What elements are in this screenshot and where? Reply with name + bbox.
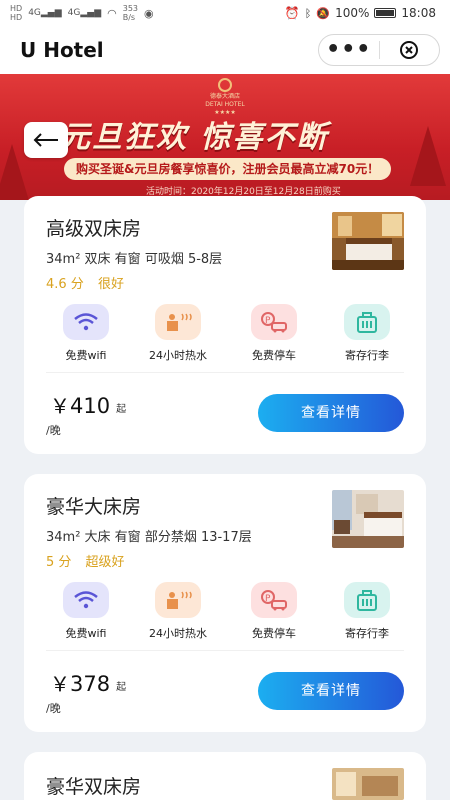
- room-thumbnail[interactable]: [332, 490, 404, 548]
- title-bar: U Hotel •••: [0, 26, 450, 74]
- logo-icon: [218, 78, 232, 92]
- amenity-luggage: 寄存行李: [327, 582, 407, 641]
- price-unit: /晚: [46, 424, 61, 437]
- wifi-signal-icon: ◠: [107, 6, 117, 20]
- amenity-label: 免费wifi: [65, 349, 107, 362]
- luggage-icon: [344, 304, 390, 340]
- amenity-label: 免费停车: [252, 349, 296, 362]
- parking-icon: P: [251, 304, 297, 340]
- room-price: ￥410 起: [50, 390, 126, 419]
- price-suffix: 起: [116, 681, 127, 693]
- status-right: ⏰ ᛒ 🔕 100% 18:08: [285, 6, 436, 20]
- status-bar: HD HD 4G▂▄▆ 4G▂▄▆ ◠ 353 B/s ◉ ⏰ ᛒ 🔕 100%…: [0, 0, 450, 26]
- room-rating: 5 分 超级好: [46, 551, 135, 570]
- card-divider: [46, 372, 404, 373]
- hot-water-icon: [155, 304, 201, 340]
- clock: 18:08: [401, 6, 436, 20]
- rating-score: 4.6 分: [46, 277, 84, 292]
- rating-grade: 很好: [97, 277, 124, 292]
- room-rating: 4.6 分 很好: [46, 273, 134, 292]
- hotel-name-cn: 德泰大酒店: [209, 93, 240, 100]
- hot-water-icon: [155, 582, 201, 618]
- room-photo: [332, 490, 404, 548]
- room-thumbnail[interactable]: [332, 212, 404, 270]
- wifi-icon: [63, 582, 109, 618]
- amenity-parking: P 免费停车: [234, 304, 314, 363]
- price-currency: ￥: [50, 672, 70, 696]
- room-photo: [332, 212, 404, 270]
- rating-grade: 超级好: [85, 555, 125, 570]
- room-price: ￥378 起: [50, 668, 126, 697]
- amenity-label: 24小时热水: [149, 349, 207, 362]
- amenity-hot-water: 24小时热水: [138, 582, 218, 641]
- view-details-button[interactable]: 查看详情: [258, 394, 404, 432]
- close-icon: [400, 41, 419, 59]
- banner-slogan: 元旦狂欢 惊喜不断: [60, 120, 329, 155]
- signal-1-icon: 4G▂▄▆: [28, 8, 62, 18]
- tree-decoration-right: [410, 126, 446, 186]
- status-left: HD HD 4G▂▄▆ 4G▂▄▆ ◠ 353 B/s ◉: [10, 4, 154, 22]
- wifi-icon: [63, 304, 109, 340]
- view-details-button[interactable]: 查看详情: [258, 672, 404, 710]
- card-divider: [46, 650, 404, 651]
- price-unit: /晚: [46, 702, 61, 715]
- price-value: 378: [70, 672, 111, 696]
- amenity-wifi: 免费wifi: [46, 582, 126, 641]
- amenity-label: 免费wifi: [65, 627, 107, 640]
- mute-icon: 🔕: [316, 6, 331, 20]
- network-speed: 353 B/s: [122, 4, 139, 22]
- rating-score: 5 分: [46, 555, 72, 570]
- notification-icon: ◉: [144, 6, 154, 20]
- mini-program-capsule: •••: [318, 34, 440, 66]
- svg-text:P: P: [265, 594, 271, 604]
- price-suffix: 起: [116, 403, 127, 415]
- room-photo: [332, 768, 404, 800]
- price-currency: ￥: [50, 394, 70, 418]
- svg-text:P: P: [265, 316, 271, 326]
- back-button[interactable]: [24, 122, 68, 158]
- bluetooth-icon: ᛒ: [304, 6, 312, 20]
- amenity-luggage: 寄存行李: [327, 304, 407, 363]
- sim-1-label: HD: [10, 4, 23, 13]
- amenity-label: 免费停车: [252, 627, 296, 640]
- room-thumbnail[interactable]: [332, 768, 404, 800]
- sim-2-label: HD: [10, 13, 23, 22]
- room-description: 34m² 双床 有窗 可吸烟 5-8层: [46, 252, 223, 267]
- room-name: 高级双床房: [46, 218, 142, 240]
- amenity-wifi: 免费wifi: [46, 304, 126, 363]
- more-button[interactable]: •••: [319, 36, 379, 64]
- amenity-label: 寄存行李: [345, 627, 389, 640]
- banner-promo: 购买圣诞&元旦房餐享惊喜价，注册会员最高立减70元！: [64, 158, 392, 180]
- arrow-left-icon: [33, 133, 58, 147]
- luggage-icon: [344, 582, 390, 618]
- room-description: 34m² 大床 有窗 部分禁烟 13-17层: [46, 530, 252, 545]
- battery-icon: [374, 8, 397, 18]
- battery-percent: 100%: [335, 6, 370, 20]
- room-card[interactable]: 豪华大床房 34m² 大床 有窗 部分禁烟 13-17层 5 分 超级好 免费w…: [24, 474, 426, 732]
- amenity-hot-water: 24小时热水: [138, 304, 218, 363]
- amenity-label: 寄存行李: [345, 349, 389, 362]
- alarm-icon: ⏰: [284, 6, 300, 20]
- amenity-label: 24小时热水: [149, 627, 207, 640]
- room-card[interactable]: 高级双床房 34m² 双床 有窗 可吸烟 5-8层 4.6 分 很好 免费wif…: [24, 196, 426, 454]
- price-value: 410: [70, 394, 111, 418]
- room-card[interactable]: 豪华双床房: [24, 752, 426, 800]
- amenity-parking: P 免费停车: [234, 582, 314, 641]
- signal-2-icon: 4G▂▄▆: [67, 8, 102, 18]
- hotel-name-en: DETAI HOTEL: [205, 101, 245, 108]
- more-icon: •••: [326, 37, 372, 62]
- room-name: 豪华双床房: [46, 776, 142, 798]
- close-button[interactable]: [379, 40, 439, 60]
- room-name: 豪华大床房: [46, 496, 142, 518]
- parking-icon: P: [251, 582, 297, 618]
